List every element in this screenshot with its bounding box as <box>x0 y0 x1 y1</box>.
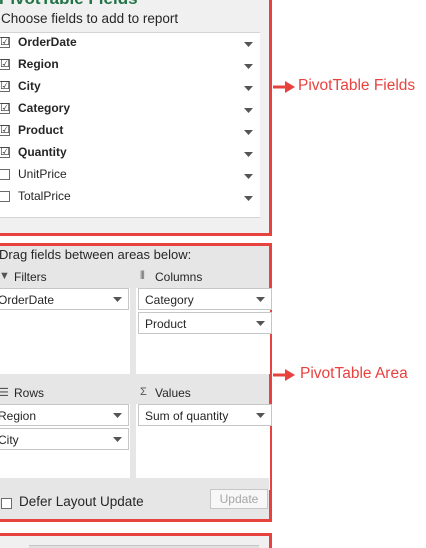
defer-layout-label: Defer Layout Update <box>19 494 144 509</box>
pill-label: City <box>0 433 19 447</box>
checkbox[interactable] <box>0 191 10 202</box>
pane-title: PivotTable Fields <box>0 0 138 9</box>
columns-field-product[interactable]: Product <box>138 312 272 334</box>
chevron-down-icon[interactable] <box>113 437 122 443</box>
columns-icon: ⦀ <box>140 270 145 282</box>
chevron-down-icon[interactable] <box>113 297 122 303</box>
chevron-down-icon[interactable] <box>244 86 253 92</box>
rows-header: ☰ Rows <box>0 382 119 404</box>
field-label: TotalPrice <box>18 189 71 203</box>
chevron-down-icon[interactable] <box>244 196 253 202</box>
field-row-product[interactable]: ☑ Product <box>0 121 260 141</box>
field-label: Category <box>18 101 71 115</box>
field-row-orderdate[interactable]: ☑ OrderDate <box>0 33 260 53</box>
defer-checkbox[interactable] <box>1 498 12 509</box>
pill-label: OrderDate <box>0 293 55 307</box>
update-button[interactable]: Update <box>210 489 268 509</box>
chevron-down-icon[interactable] <box>244 42 253 48</box>
values-title: Values <box>155 386 191 400</box>
checkbox[interactable]: ☑ <box>0 125 10 136</box>
checkbox[interactable]: ☑ <box>0 37 10 48</box>
annotation-pivottable-area: PivotTable Area <box>300 365 408 382</box>
filters-field-orderdate[interactable]: OrderDate <box>0 288 129 310</box>
rows-field-region[interactable]: Region <box>0 404 129 426</box>
pill-label: Category <box>145 293 194 307</box>
annotation-pivottable-fields: PivotTable Fields <box>298 77 416 94</box>
chevron-down-icon[interactable] <box>244 64 253 70</box>
filters-area[interactable]: OrderDate <box>0 288 130 374</box>
chevron-down-icon[interactable] <box>256 321 265 327</box>
pivot-field-list-screenshot: PivotTable Fields Choose fields to add t… <box>0 0 426 548</box>
field-label: OrderDate <box>18 35 77 49</box>
filters-title: Filters <box>14 270 47 284</box>
checkbox[interactable] <box>0 169 10 180</box>
pill-label: Region <box>0 409 37 423</box>
columns-header: ⦀ Columns <box>140 266 260 288</box>
checkbox[interactable]: ☑ <box>0 81 10 92</box>
chevron-down-icon[interactable] <box>256 297 265 303</box>
chevron-down-icon[interactable] <box>256 413 265 419</box>
field-label: UnitPrice <box>18 167 67 181</box>
choose-fields-label: Choose fields to add to report <box>1 11 179 26</box>
chevron-down-icon[interactable] <box>244 174 253 180</box>
chevron-down-icon[interactable] <box>113 413 122 419</box>
field-label: Quantity <box>18 145 67 159</box>
annotation-arrow-fields <box>273 81 295 93</box>
annotation-arrow-area <box>273 369 295 381</box>
field-row-totalprice[interactable]: TotalPrice <box>0 187 260 207</box>
field-row-region[interactable]: ☑ Region <box>0 55 260 75</box>
pill-label: Product <box>145 317 187 331</box>
field-row-quantity[interactable]: ☑ Quantity <box>0 143 260 163</box>
rows-field-city[interactable]: City <box>0 428 129 450</box>
rows-icon: ☰ <box>0 387 9 399</box>
defer-footer: Defer Layout Update Update <box>0 478 269 512</box>
field-label: Product <box>18 123 64 137</box>
bottom-panel <box>0 533 272 548</box>
values-field-sum-of-quantity[interactable]: Sum of quantity <box>138 404 272 426</box>
field-row-unitprice[interactable]: UnitPrice <box>0 165 260 185</box>
chevron-down-icon[interactable] <box>244 108 253 114</box>
drag-fields-label: Drag fields between areas below: <box>0 247 192 262</box>
field-list: ☑ OrderDate ☑ Region ☑ City ☑ Category ☑ <box>0 32 260 218</box>
fields-panel: PivotTable Fields Choose fields to add t… <box>0 0 272 236</box>
sigma-icon: Σ <box>140 386 147 398</box>
columns-area[interactable]: Category Product <box>136 288 272 374</box>
field-row-category[interactable]: ☑ Category <box>0 99 260 119</box>
field-label: City <box>18 79 41 93</box>
filter-icon: ▼ <box>0 270 10 282</box>
checkbox[interactable]: ☑ <box>0 59 10 70</box>
field-row-city[interactable]: ☑ City <box>0 77 260 97</box>
areas-panel: Drag fields between areas below: ▼ Filte… <box>0 243 272 522</box>
checkbox[interactable]: ☑ <box>0 147 10 158</box>
columns-field-category[interactable]: Category <box>138 288 272 310</box>
values-header: Σ Values <box>140 382 260 404</box>
rows-title: Rows <box>14 386 45 400</box>
field-label: Region <box>18 57 59 71</box>
filters-header: ▼ Filters <box>0 266 119 288</box>
chevron-down-icon[interactable] <box>244 130 253 136</box>
checkbox[interactable]: ☑ <box>0 103 10 114</box>
columns-title: Columns <box>155 270 203 284</box>
chevron-down-icon[interactable] <box>244 152 253 158</box>
pill-label: Sum of quantity <box>145 409 229 423</box>
